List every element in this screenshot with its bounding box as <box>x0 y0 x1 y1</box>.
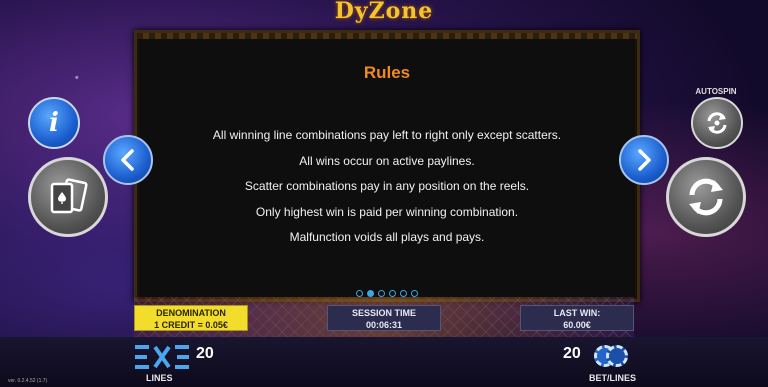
chip <box>606 345 628 367</box>
paytable-button[interactable] <box>28 157 108 237</box>
next-page-button[interactable] <box>619 135 669 185</box>
session-time-display: SESSION TIME 00:06:31 <box>327 305 441 331</box>
cards-icon <box>50 178 88 214</box>
previous-page-button[interactable] <box>103 135 153 185</box>
rules-panel: Rules All winning line combinations pay … <box>134 30 640 302</box>
autospin-label: AUTOSPIN <box>695 87 737 96</box>
denomination-selector[interactable]: DENOMINATION 1 CREDIT = 0.05€ <box>134 305 248 331</box>
last-win-value: 60.00€ <box>563 320 591 330</box>
page-dot[interactable] <box>400 290 407 297</box>
denomination-label: DENOMINATION <box>156 308 226 318</box>
lines-count: 20 <box>196 345 214 362</box>
rule-line: Scatter combinations pay in any position… <box>244 179 530 193</box>
autospin-button[interactable] <box>691 97 743 149</box>
version-text: ver. 0.2.4.52 (1.7) <box>8 378 48 384</box>
page-dot[interactable] <box>389 290 396 297</box>
autospin-icon <box>707 112 727 134</box>
rules-title: Rules <box>363 63 411 82</box>
chevron-right-icon <box>638 149 651 171</box>
bet-per-line-count: 20 <box>563 345 581 362</box>
rule-line: All winning line combinations pay left t… <box>212 128 562 142</box>
spin-icon <box>689 178 723 216</box>
rule-line: All wins occur on active paylines. <box>299 153 475 168</box>
game-logo: DyZone <box>334 0 434 24</box>
session-time-value: 00:06:31 <box>365 320 403 330</box>
rule-line: Malfunction voids all plays and pays. <box>289 230 485 244</box>
page-dot[interactable] <box>378 290 385 297</box>
chevron-left-icon <box>121 149 134 171</box>
page-dot[interactable] <box>356 290 363 297</box>
chips-icon[interactable] <box>594 343 630 369</box>
info-button[interactable]: i <box>28 97 80 149</box>
page-dot[interactable] <box>367 290 374 297</box>
bottom-control-bar <box>0 337 768 387</box>
rule-line: Only highest win is paid per winning com… <box>255 204 519 219</box>
bet-lines-label: BET/LINES <box>589 373 637 383</box>
last-win-label: LAST WIN: <box>553 308 601 318</box>
lines-label: LINES <box>146 373 173 383</box>
lines-icon-graphic <box>135 345 189 369</box>
spin-button[interactable] <box>666 157 746 237</box>
last-win-display: LAST WIN: 60.00€ <box>520 305 634 331</box>
session-time-label: SESSION TIME <box>351 308 416 318</box>
rules-list: All winning line combinations pay left t… <box>137 123 637 251</box>
page-dot[interactable] <box>411 290 418 297</box>
info-icon: i <box>49 108 59 138</box>
page-indicator <box>137 290 637 297</box>
denomination-value: 1 CREDIT = 0.05€ <box>154 320 228 330</box>
panel-top-edge <box>137 33 637 39</box>
